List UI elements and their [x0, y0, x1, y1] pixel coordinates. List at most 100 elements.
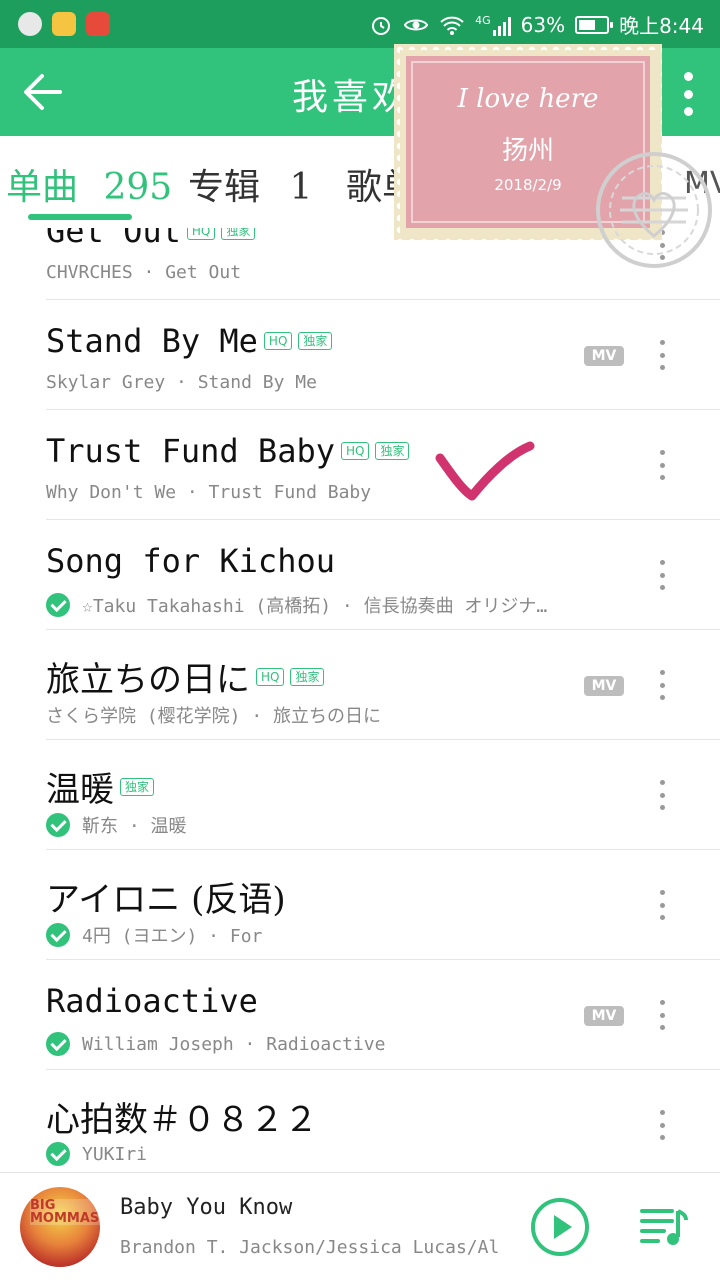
- song-more-icon[interactable]: [656, 1000, 668, 1030]
- song-more-icon[interactable]: [656, 450, 668, 480]
- song-row[interactable]: Trust Fund Baby HQ 独家 Why Don't We · Trust …: [0, 410, 720, 520]
- song-subtitle-row: ☆Taku Takahashi (高橋拓) · 信長協奏曲 オリジナ…: [46, 592, 547, 618]
- eye-comfort-icon: [403, 19, 429, 30]
- downloaded-check-icon: [46, 1142, 70, 1166]
- status-icons: 4G 63% 晚上8:44: [369, 10, 704, 39]
- active-tab-indicator: [28, 214, 132, 220]
- more-options-icon[interactable]: [680, 72, 696, 116]
- mv-badge[interactable]: MV: [584, 346, 624, 366]
- song-subtitle-row: 靳东 · 温暖: [46, 812, 187, 838]
- song-row[interactable]: Radioactive William Joseph · Radioactive M…: [0, 960, 720, 1070]
- now-playing-title: Baby You Know: [120, 1195, 293, 1220]
- song-subtitle-row: Skylar Grey · Stand By Me: [46, 372, 317, 393]
- song-artist-album: ☆Taku Takahashi (高橋拓) · 信長協奏曲 オリジナ…: [82, 596, 548, 617]
- tab-albums[interactable]: 专辑 1: [188, 158, 312, 210]
- song-more-icon[interactable]: [656, 1110, 668, 1140]
- tab-songs[interactable]: 单曲 295: [6, 158, 172, 210]
- checkmark-sticker: [435, 441, 535, 501]
- notification-icons: [18, 12, 110, 36]
- song-row[interactable]: 旅立ちの日に HQ 独家さくら学院 (樱花学院) · 旅立ちの日に MV: [0, 630, 720, 740]
- exclusive-badge: 独家: [120, 777, 155, 796]
- song-artist-album: Why Don't We · Trust Fund Baby: [46, 482, 372, 503]
- song-more-icon[interactable]: [656, 560, 668, 590]
- mv-badge[interactable]: MV: [584, 676, 624, 696]
- song-more-icon[interactable]: [656, 670, 668, 700]
- hq-badge: HQ: [256, 667, 285, 686]
- back-arrow-icon[interactable]: [20, 70, 66, 114]
- song-artist-album: Skylar Grey · Stand By Me: [46, 372, 317, 393]
- tab-albums-count: 1: [289, 167, 313, 208]
- song-title-row: Trust Fund Baby HQ 独家: [46, 432, 410, 470]
- song-title-row: アイロニ (反语): [46, 872, 286, 921]
- now-playing-artist: Brandon T. Jackson/Jessica Lucas/Ala···: [120, 1237, 500, 1258]
- song-title: 旅立ちの日に: [46, 660, 250, 700]
- song-title-row: 心拍数＃０８２２: [46, 1092, 318, 1141]
- song-subtitle-row: さくら学院 (樱花学院) · 旅立ちの日に: [46, 702, 381, 728]
- song-title: Song for Kichou: [46, 542, 335, 580]
- song-row[interactable]: アイロニ (反语) 4円 (ヨエン) · For: [0, 850, 720, 960]
- song-title-row: 温暖 独家: [46, 762, 155, 811]
- tab-albums-label: 专辑: [188, 167, 261, 208]
- now-playing-bar[interactable]: BIG MOMMAS Baby You Know Brandon T. Jack…: [0, 1172, 720, 1280]
- song-title-row: Stand By Me HQ 独家: [46, 322, 333, 360]
- song-artist-album: 4円 (ヨエン) · For: [82, 926, 263, 947]
- album-cover[interactable]: BIG MOMMAS: [20, 1187, 100, 1267]
- song-subtitle-row: YUKIri: [46, 1142, 147, 1166]
- exclusive-badge: 独家: [290, 667, 325, 686]
- network-type: 4G: [475, 13, 491, 27]
- stamp-text-love: I love here: [457, 84, 599, 114]
- playlist-icon[interactable]: [640, 1203, 688, 1251]
- song-title-row: Radioactive: [46, 982, 258, 1020]
- song-more-icon[interactable]: [656, 340, 668, 370]
- song-title: 心拍数＃０８２２: [46, 1100, 318, 1140]
- song-row[interactable]: 温暖 独家靳东 · 温暖: [0, 740, 720, 850]
- song-title: Trust Fund Baby: [46, 432, 335, 470]
- album-cover-text: BIG MOMMAS: [30, 1198, 100, 1226]
- song-more-icon[interactable]: [656, 780, 668, 810]
- exclusive-badge: 独家: [221, 228, 256, 240]
- song-title: アイロニ (反语): [46, 880, 286, 920]
- song-title-row: 旅立ちの日に HQ 独家: [46, 652, 325, 701]
- song-title: Get Out: [46, 228, 181, 250]
- wifi-icon: [440, 16, 464, 35]
- battery-percent: 63%: [520, 12, 566, 37]
- exclusive-badge: 独家: [375, 442, 410, 460]
- video-app-icon: [52, 12, 76, 36]
- downloaded-check-icon: [46, 1032, 70, 1056]
- song-title: Radioactive: [46, 982, 258, 1020]
- tab-songs-label: 单曲: [6, 167, 79, 208]
- hq-badge: HQ: [340, 442, 370, 460]
- battery-icon: [575, 15, 614, 34]
- song-title-row: Get Out HQ 独家: [46, 228, 256, 250]
- postmark-sticker: [596, 152, 712, 268]
- downloaded-check-icon: [46, 923, 70, 947]
- signal-icon: 4G: [475, 14, 511, 36]
- song-title: Stand By Me: [46, 322, 258, 360]
- song-row[interactable]: Stand By Me HQ 独家 Skylar Grey · Stand By Me…: [0, 300, 720, 410]
- exclusive-badge: 独家: [298, 332, 333, 350]
- hq-badge: HQ: [186, 228, 216, 240]
- song-artist-album: 靳东 · 温暖: [82, 816, 187, 837]
- song-more-icon[interactable]: [656, 890, 668, 920]
- song-artist-album: CHVRCHES · Get Out: [46, 262, 242, 283]
- song-row[interactable]: Song for Kichou ☆Taku Takahashi (高橋拓) · 信…: [0, 520, 720, 630]
- huawei-app-icon: [86, 12, 110, 36]
- song-title: 温暖: [46, 770, 114, 810]
- downloaded-check-icon: [46, 813, 70, 837]
- song-artist-album: さくら学院 (樱花学院) · 旅立ちの日に: [46, 706, 382, 727]
- status-bar: 4G 63% 晚上8:44: [0, 0, 720, 48]
- hq-badge: HQ: [263, 332, 293, 350]
- song-artist-album: YUKIri: [82, 1143, 148, 1165]
- app-notification-icon: [18, 12, 42, 36]
- song-subtitle-row: William Joseph · Radioactive: [46, 1032, 385, 1056]
- song-artist-album: William Joseph · Radioactive: [82, 1033, 386, 1055]
- song-subtitle-row: CHVRCHES · Get Out: [46, 262, 241, 283]
- play-icon[interactable]: [530, 1197, 590, 1257]
- downloaded-check-icon: [46, 593, 70, 617]
- song-subtitle-row: 4円 (ヨエン) · For: [46, 922, 262, 948]
- tab-songs-count: 295: [103, 167, 173, 208]
- alarm-icon: [372, 16, 391, 35]
- song-row[interactable]: 心拍数＃０８２２ YUKIri: [0, 1070, 720, 1172]
- mv-badge[interactable]: MV: [584, 1006, 624, 1026]
- song-title-row: Song for Kichou: [46, 542, 335, 580]
